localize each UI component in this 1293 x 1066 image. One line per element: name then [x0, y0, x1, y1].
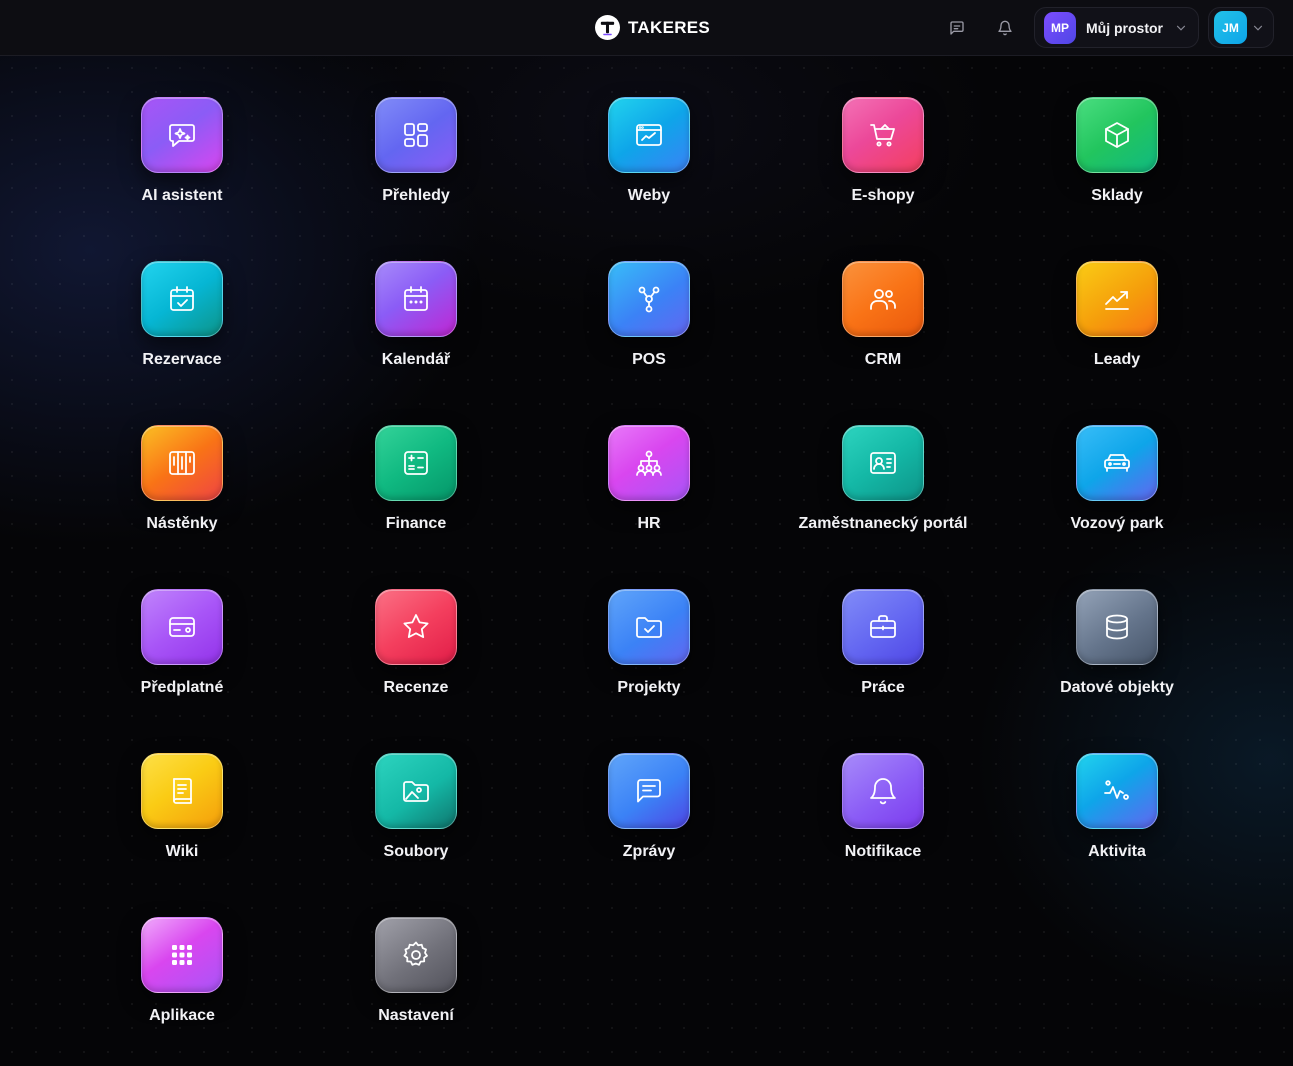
folder-image-icon	[375, 753, 457, 829]
book-icon	[141, 753, 223, 829]
gear-icon	[375, 917, 457, 993]
nodes-icon	[608, 261, 690, 337]
kanban-icon	[141, 425, 223, 501]
app-label: Vozový park	[1070, 515, 1164, 532]
chevron-down-icon	[1176, 25, 1186, 31]
app-label: Aplikace	[149, 1007, 215, 1024]
app-label: Notifikace	[844, 843, 922, 860]
app-label: Projekty	[617, 679, 681, 696]
app-weby[interactable]: Weby	[549, 97, 749, 227]
user-menu[interactable]: JM	[1208, 7, 1274, 48]
app-label: Rezervace	[142, 351, 222, 368]
app-label: Předplatné	[140, 679, 224, 696]
app-launcher-page: TAKERES MP Můj prostor JM AI asistent Př…	[0, 0, 1293, 1066]
app-e-shopy[interactable]: E-shopy	[783, 97, 983, 227]
workspace-switcher[interactable]: MP Můj prostor	[1034, 7, 1199, 48]
app-nastaveni[interactable]: Nastavení	[316, 917, 516, 1047]
calendar-icon	[375, 261, 457, 337]
app-datove-objekty[interactable]: Datové objekty	[1017, 589, 1217, 719]
car-icon	[1076, 425, 1158, 501]
app-nastenky[interactable]: Nástěnky	[82, 425, 282, 555]
briefcase-icon	[842, 589, 924, 665]
app-prehledy[interactable]: Přehledy	[316, 97, 516, 227]
message-square-icon	[950, 21, 964, 35]
app-label: Datové objekty	[1060, 679, 1174, 696]
trending-up-icon	[1076, 261, 1158, 337]
star-icon	[375, 589, 457, 665]
org-chart-icon	[608, 425, 690, 501]
app-prace[interactable]: Práce	[783, 589, 983, 719]
app-label: Recenze	[383, 679, 449, 696]
app-label: Leady	[1093, 351, 1141, 368]
calendar-check-icon	[141, 261, 223, 337]
box-icon	[1076, 97, 1158, 173]
shopping-cart-icon	[842, 97, 924, 173]
notifications-button[interactable]	[991, 14, 1019, 42]
folder-check-icon	[608, 589, 690, 665]
app-wiki[interactable]: Wiki	[82, 753, 282, 883]
app-label: CRM	[864, 351, 902, 368]
workspace-name: Můj prostor	[1086, 19, 1163, 36]
app-label: E-shopy	[851, 187, 915, 204]
brand-logo-icon	[595, 15, 620, 40]
app-soubory[interactable]: Soubory	[316, 753, 516, 883]
app-rezervace[interactable]: Rezervace	[82, 261, 282, 391]
message-square-icon	[608, 753, 690, 829]
app-pos[interactable]: POS	[549, 261, 749, 391]
app-label: Nastavení	[378, 1007, 454, 1024]
app-label: AI asistent	[141, 187, 223, 204]
calculator-icon	[375, 425, 457, 501]
app-label: Zprávy	[622, 843, 676, 860]
app-label: Weby	[627, 187, 671, 204]
app-label: Finance	[385, 515, 447, 532]
app-predplatne[interactable]: Předplatné	[82, 589, 282, 719]
app-sklady[interactable]: Sklady	[1017, 97, 1217, 227]
chevron-down-icon	[1253, 25, 1263, 31]
app-hr[interactable]: HR	[549, 425, 749, 555]
app-finance[interactable]: Finance	[316, 425, 516, 555]
bell-icon	[842, 753, 924, 829]
app-label: POS	[632, 351, 666, 368]
app-label: Zaměstnanecký portál	[798, 515, 968, 532]
app-label: Přehledy	[382, 187, 450, 204]
user-avatar: JM	[1214, 11, 1247, 44]
app-crm[interactable]: CRM	[783, 261, 983, 391]
app-notifikace[interactable]: Notifikace	[783, 753, 983, 883]
browser-chart-icon	[608, 97, 690, 173]
app-zamestnanecky-portal[interactable]: Zaměstnanecký portál	[783, 425, 983, 555]
brand[interactable]: TAKERES	[595, 15, 710, 40]
app-label: Sklady	[1091, 187, 1143, 204]
app-label: Wiki	[165, 843, 199, 860]
database-icon	[1076, 589, 1158, 665]
app-aplikace[interactable]: Aplikace	[82, 917, 282, 1047]
app-kalendar[interactable]: Kalendář	[316, 261, 516, 391]
app-ai-asistent[interactable]: AI asistent	[82, 97, 282, 227]
credit-card-icon	[141, 589, 223, 665]
users-icon	[842, 261, 924, 337]
activity-icon	[1076, 753, 1158, 829]
app-label: Soubory	[383, 843, 449, 860]
app-label: Aktivita	[1088, 843, 1146, 860]
app-recenze[interactable]: Recenze	[316, 589, 516, 719]
app-label: Kalendář	[381, 351, 451, 368]
app-vozovy-park[interactable]: Vozový park	[1017, 425, 1217, 555]
app-aktivita[interactable]: Aktivita	[1017, 753, 1217, 883]
bell-icon	[998, 20, 1012, 36]
dashboard-grid-icon	[375, 97, 457, 173]
app-zpravy[interactable]: Zprávy	[549, 753, 749, 883]
top-bar: TAKERES MP Můj prostor JM	[0, 0, 1293, 56]
app-projekty[interactable]: Projekty	[549, 589, 749, 719]
workspace-avatar: MP	[1044, 11, 1076, 44]
app-label: Práce	[861, 679, 905, 696]
id-card-icon	[842, 425, 924, 501]
brand-name: TAKERES	[628, 17, 711, 37]
app-label: Nástěnky	[146, 515, 218, 532]
apps-grid-icon	[141, 917, 223, 993]
app-label: HR	[637, 515, 661, 532]
ai-sparkle-chat-icon	[141, 97, 223, 173]
app-leady[interactable]: Leady	[1017, 261, 1217, 391]
messages-button[interactable]	[943, 14, 971, 42]
